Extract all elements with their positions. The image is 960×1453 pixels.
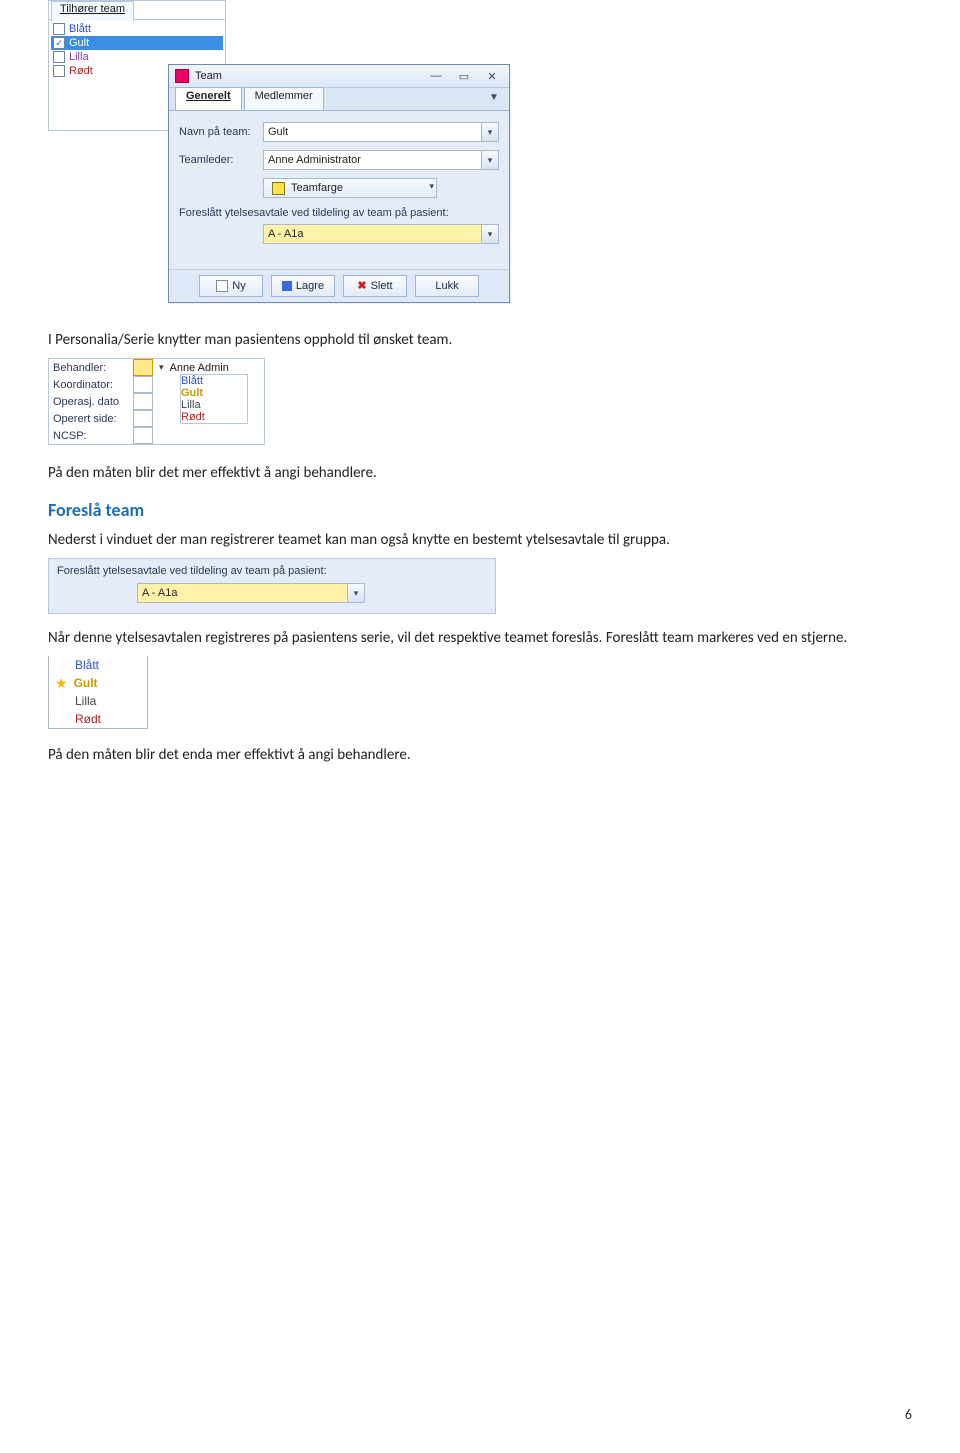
tab-label: Generelt [186,90,231,102]
team-label: Blått [75,658,99,672]
page-number: 6 [905,1406,912,1423]
minimize-icon[interactable]: — [425,69,447,83]
tab-generelt[interactable]: Generelt [175,87,242,110]
tab-medlemmer[interactable]: Medlemmer [244,87,324,110]
list-item[interactable]: Blått [49,656,147,674]
team-star-list: Blått ★ Gult Lilla Rødt [48,656,148,729]
team-dropdown-list: Blått Gult Lilla Rødt [180,374,248,424]
navn-input[interactable]: Gult ▾ [263,122,499,142]
checkbox[interactable] [53,23,65,35]
dropdown-icon[interactable]: ▾ [481,150,499,170]
body-text: I Personalia/Serie knytter man pasienten… [48,330,912,350]
tab-menu-icon[interactable]: ▼ [489,92,503,106]
behandler-value: Anne Admin [170,362,229,374]
field[interactable] [133,427,153,444]
foreslatt-input[interactable]: A - A1a ▾ [263,224,499,244]
list-item[interactable]: ★ Gult [49,674,147,692]
ncsp-label: NCSP: [53,430,127,442]
list-item[interactable]: Lilla [51,50,223,64]
ny-button[interactable]: Ny [199,275,263,297]
list-item[interactable]: Lilla [49,692,147,710]
foreslatt-label: Foreslått ytelsesavtale ved tildeling av… [179,207,499,219]
button-label: Lagre [296,280,324,292]
input-value: Anne Administrator [268,154,361,166]
team-color-selector[interactable] [133,359,153,376]
body-text: På den måten blir det mer effektivt å an… [48,463,912,483]
checkbox[interactable] [53,65,65,77]
tab-tilhorer-team[interactable]: Tilhører team [51,1,134,21]
foreslatt-caption: Foreslått ytelsesavtale ved tildeling av… [57,565,487,577]
dropdown-icon[interactable]: ▾ [429,181,434,192]
dialog-titlebar: Team — ▭ ✕ [169,65,509,88]
button-label: Teamfarge [291,182,343,194]
input-value: A - A1a [268,228,303,240]
heading-foresla-team: Foreslå team [48,498,912,522]
checkbox[interactable]: ✓ [53,37,65,49]
foreslatt-panel: Foreslått ytelsesavtale ved tildeling av… [48,558,496,614]
operasjdato-label: Operasj. dato [53,396,127,408]
body-text: Når denne ytelsesavtalen registreres på … [48,628,912,648]
dropdown-icon[interactable]: ▾ [481,122,499,142]
dropdown-icon[interactable]: ▾ [347,583,365,603]
lagre-button[interactable]: Lagre [271,275,335,297]
team-label: Rødt [75,712,101,726]
tab-label: Medlemmer [255,90,313,102]
teamfarge-button[interactable]: Teamfarge ▾ [263,178,437,198]
input-value: A - A1a [142,587,177,599]
teamleder-label: Teamleder: [179,154,257,166]
button-label: Lukk [435,280,458,292]
input-value: Gult [268,126,288,138]
list-item[interactable]: ✓ Gult [51,36,223,50]
app-icon [175,69,189,83]
slett-button[interactable]: ✖ Slett [343,275,407,297]
team-label: Blått [69,23,91,35]
dropdown-icon[interactable]: ▾ [481,224,499,244]
dropdown-item[interactable]: Blått [181,375,247,387]
dropdown-item[interactable]: Lilla [181,399,247,411]
tab-label: Tilhører team [60,3,125,15]
lukk-button[interactable]: Lukk [415,275,479,297]
color-swatch-icon [272,182,285,195]
field[interactable] [133,393,153,410]
team-label: Gult [69,37,89,49]
list-item[interactable]: Rødt [49,710,147,728]
behandler-label: Behandler: [53,362,127,374]
dropdown-icon[interactable]: ▾ [159,362,164,373]
operertside-label: Operert side: [53,413,127,425]
teamleder-input[interactable]: Anne Administrator ▾ [263,150,499,170]
close-icon[interactable]: ✕ [481,69,503,83]
team-label: Lilla [75,694,96,708]
delete-icon: ✖ [357,281,366,292]
field[interactable] [133,410,153,427]
team-label: Lilla [69,51,89,63]
body-text: Nederst i vinduet der man registrerer te… [48,530,912,550]
dropdown-item[interactable]: Rødt [181,411,247,423]
new-icon [216,280,228,292]
body-text: På den måten blir det enda mer effektivt… [48,745,912,765]
team-label: Gult [74,676,98,690]
field[interactable] [133,376,153,393]
team-label: Rødt [69,65,93,77]
button-label: Ny [232,280,245,292]
team-dialog: Team — ▭ ✕ Generelt Medlemmer ▼ Navn på … [168,64,510,303]
koordinator-label: Koordinator: [53,379,127,391]
navn-label: Navn på team: [179,126,257,138]
checkbox[interactable] [53,51,65,63]
maximize-icon[interactable]: ▭ [453,69,475,83]
list-item[interactable]: Blått [51,22,223,36]
star-icon: ★ [55,676,68,690]
button-label: Slett [371,280,393,292]
foreslatt-input[interactable]: A - A1a ▾ [137,583,365,603]
dialog-title: Team [195,70,222,82]
save-icon [282,281,292,291]
dropdown-item[interactable]: Gult [181,387,247,399]
